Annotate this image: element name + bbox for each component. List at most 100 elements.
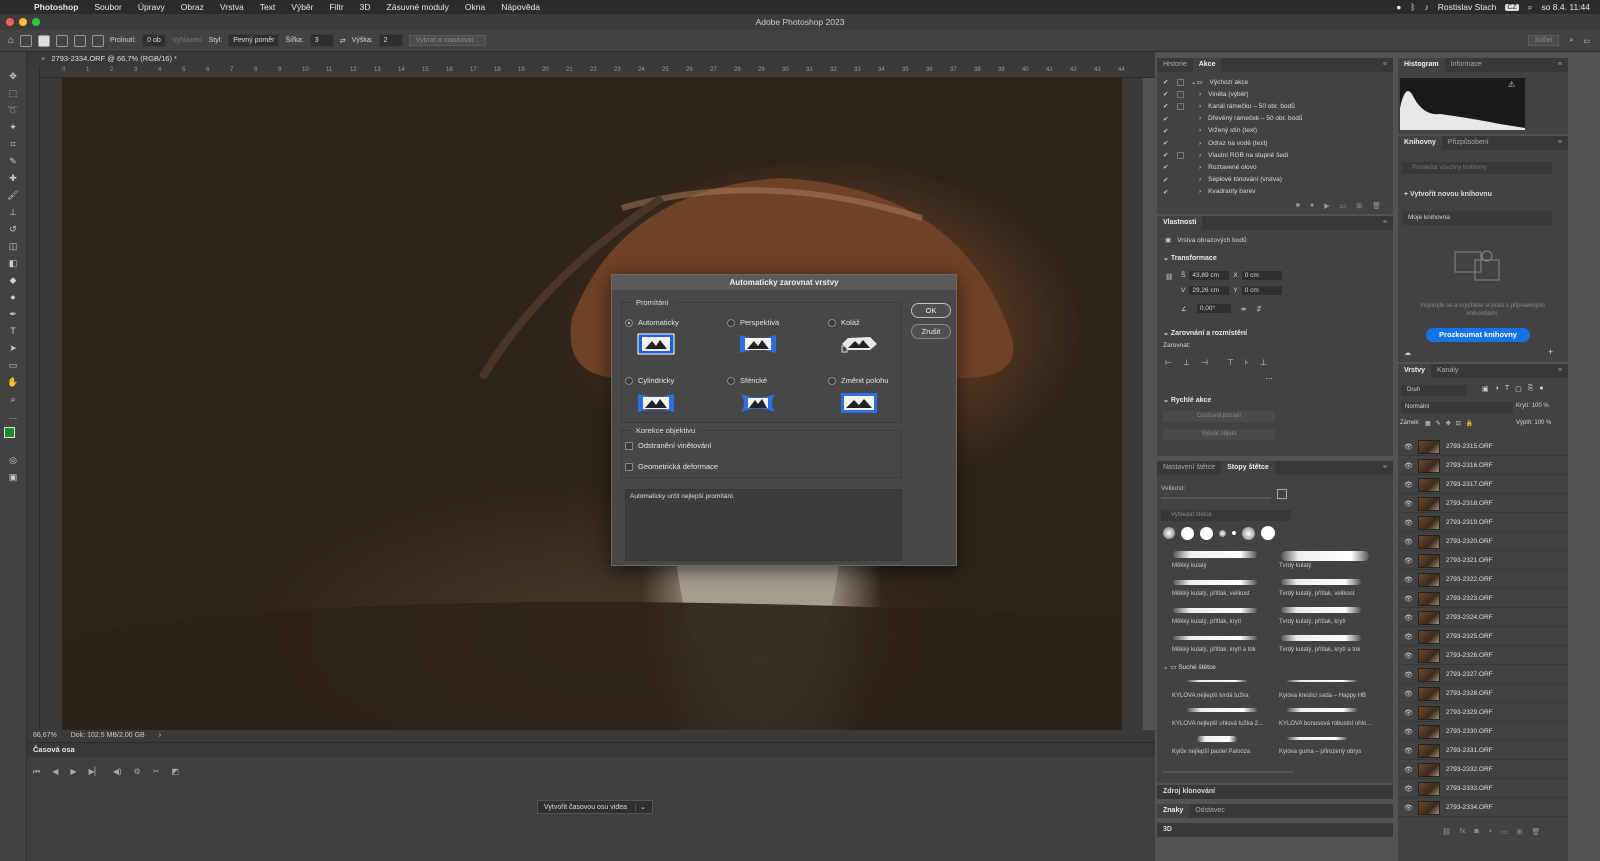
dialog-toggle-icon[interactable]	[1177, 151, 1184, 159]
layer-row[interactable]: 👁 2793-2319.ORF	[1398, 514, 1568, 532]
stamp-tool-icon[interactable]: ⊥	[6, 206, 20, 218]
layer-name[interactable]: 2793-2329.ORF	[1446, 709, 1493, 716]
layer-name[interactable]: 2793-2327.ORF	[1446, 671, 1493, 678]
dialog-toggle-icon[interactable]	[1177, 102, 1184, 110]
next-frame-icon[interactable]: ▶▏	[89, 767, 101, 777]
layer-row[interactable]: 👁 2793-2329.ORF	[1398, 704, 1568, 722]
brush-preset[interactable]	[1242, 526, 1255, 540]
height-input[interactable]: 2	[378, 34, 403, 47]
brush-item[interactable]: Tvrdý kulatý, přítlak, krytí	[1279, 619, 1346, 625]
play-icon[interactable]: ▶	[1324, 202, 1329, 210]
tab-character[interactable]: Znaky	[1157, 804, 1190, 818]
align-right-icon[interactable]: ⊣	[1201, 358, 1208, 367]
tab-paragraph[interactable]: Odstavec	[1189, 804, 1231, 818]
visibility-eye-icon[interactable]: 👁	[1404, 576, 1413, 584]
document-tab[interactable]: × 2793-2334.ORF @ 66,7% (RGB/16) *	[27, 52, 1155, 66]
zoom-tool-icon[interactable]: ⌕	[6, 393, 20, 405]
visibility-eye-icon[interactable]: 👁	[1404, 538, 1413, 546]
layer-name[interactable]: 2793-2332.ORF	[1446, 766, 1493, 773]
action-row[interactable]: ✔ › Vlastní RGB na stupně šedi	[1157, 149, 1393, 161]
visibility-eye-icon[interactable]: 👁	[1404, 595, 1413, 603]
link-icon[interactable]: ⛓	[1165, 273, 1173, 281]
layer-name[interactable]: 2793-2324.ORF	[1446, 614, 1493, 621]
tab-channels[interactable]: Kanály	[1431, 364, 1464, 378]
brush-item[interactable]: Měkký kulatý, přítlak, velikost	[1172, 591, 1250, 597]
chevron-right-icon[interactable]: ›	[1199, 188, 1201, 195]
visibility-eye-icon[interactable]: 👁	[1404, 652, 1413, 660]
option-collage[interactable]: Koláž	[828, 318, 860, 327]
remove-background-button[interactable]: Odstranit pozadí	[1163, 411, 1275, 422]
dialog-toggle-icon[interactable]	[1177, 90, 1184, 98]
layer-row[interactable]: 👁 2793-2321.ORF	[1398, 552, 1568, 570]
mask-icon[interactable]: ◙	[1474, 828, 1478, 836]
new-brush-icon[interactable]	[1277, 489, 1287, 499]
shape-tool-icon[interactable]: ▭	[6, 359, 20, 371]
layer-filter-select[interactable]: Druh	[1401, 385, 1467, 396]
visibility-eye-icon[interactable]: 👁	[1404, 709, 1413, 717]
crop-tool-icon[interactable]: ⌗	[6, 138, 20, 150]
brush-item[interactable]: Kylův nejlepší pastel Palooza	[1172, 749, 1250, 755]
first-frame-icon[interactable]: ⏮	[33, 767, 40, 777]
menu-help[interactable]: Nápověda	[493, 2, 548, 12]
antialias-checkbox[interactable]: Vyhlazení	[172, 37, 202, 44]
chevron-right-icon[interactable]: ›	[1199, 164, 1201, 171]
layer-name[interactable]: 2793-2330.ORF	[1446, 728, 1493, 735]
add-icon[interactable]: +	[1548, 347, 1553, 357]
gradient-tool-icon[interactable]: ◧	[6, 257, 20, 269]
visibility-eye-icon[interactable]: 👁	[1404, 766, 1413, 774]
brush-preset[interactable]	[1200, 526, 1213, 540]
filter-shape-icon[interactable]: ▢	[1515, 385, 1522, 393]
visibility-eye-icon[interactable]: 👁	[1404, 500, 1413, 508]
create-video-timeline-button[interactable]: Vytvořit časovou osu videa ⌄	[537, 800, 653, 814]
brush-item[interactable]: Měkký kulatý, přítlak, krytí a tok	[1172, 647, 1256, 653]
play-icon[interactable]: ▶	[70, 767, 76, 777]
layer-row[interactable]: 👁 2793-2315.ORF	[1398, 438, 1568, 456]
layer-name[interactable]: 2793-2319.ORF	[1446, 519, 1493, 526]
option-perspective[interactable]: Perspektiva	[727, 318, 779, 327]
visibility-eye-icon[interactable]: 👁	[1404, 481, 1413, 489]
dialog-toggle-icon[interactable]	[1177, 164, 1184, 171]
check-icon[interactable]: ✔	[1163, 139, 1170, 147]
brush-preview-slider[interactable]	[1163, 771, 1293, 773]
split-icon[interactable]: ✂	[153, 767, 160, 777]
option-auto[interactable]: Automaticky	[625, 318, 679, 327]
visibility-eye-icon[interactable]: 👁	[1404, 633, 1413, 641]
stop-icon[interactable]: ■	[1296, 202, 1300, 210]
layer-name[interactable]: 2793-2334.ORF	[1446, 804, 1493, 811]
angle-field[interactable]: 0,00°	[1196, 304, 1231, 313]
distortion-checkbox[interactable]	[625, 462, 633, 471]
pen-tool-icon[interactable]: ✒	[6, 308, 20, 320]
dialog-toggle-icon[interactable]	[1177, 188, 1184, 195]
check-icon[interactable]: ✔	[1163, 102, 1170, 110]
vignette-option[interactable]: Odstranění vinětování	[625, 441, 711, 450]
search-icon[interactable]: ⌕	[1528, 2, 1533, 13]
action-row[interactable]: ✔ › Kvadranty barev	[1157, 186, 1393, 198]
layer-row[interactable]: 👁 2793-2323.ORF	[1398, 590, 1568, 608]
panel-menu-icon[interactable]: ≡	[1552, 364, 1568, 378]
brush-item[interactable]: KYLOVA bonusová robustní uhlo...	[1279, 721, 1371, 727]
status-icon[interactable]: ●	[1396, 2, 1401, 12]
transition-icon[interactable]: ◩	[172, 767, 180, 777]
distortion-option[interactable]: Geometrická deformace	[625, 462, 718, 471]
adjustment-layer-icon[interactable]: ◑	[1488, 828, 1492, 836]
brush-item[interactable]: Tvrdý kulatý, přítlak, velikost	[1279, 591, 1354, 597]
healing-tool-icon[interactable]: ✚	[6, 172, 20, 184]
volume-icon[interactable]: ♪	[1425, 2, 1429, 12]
status-arrow-icon[interactable]: ›	[159, 730, 161, 742]
ok-button[interactable]: OK	[911, 303, 951, 318]
style-select[interactable]: Pevný poměr	[228, 34, 280, 47]
lock-all-icon[interactable]: 🔒	[1466, 420, 1473, 427]
panel-menu-icon[interactable]: ≡	[1377, 461, 1393, 475]
panel-menu-icon[interactable]: ≡	[1377, 58, 1393, 72]
subtract-selection-icon[interactable]	[74, 34, 87, 47]
filter-type-icon[interactable]: T	[1505, 385, 1509, 393]
dialog-toggle-icon[interactable]	[1177, 140, 1184, 147]
layer-row[interactable]: 👁 2793-2324.ORF	[1398, 609, 1568, 627]
explore-libraries-button[interactable]: Prozkoumat knihovny	[1426, 328, 1530, 342]
more-tools-icon[interactable]: …	[6, 410, 20, 422]
brush-tool-icon[interactable]: 🖌	[6, 189, 20, 201]
tab-history[interactable]: Historie	[1157, 58, 1193, 72]
filter-adjust-icon[interactable]: ◑	[1495, 385, 1499, 393]
menu-file[interactable]: Soubor	[86, 2, 129, 12]
swap-icon[interactable]: ⇄	[340, 37, 346, 45]
